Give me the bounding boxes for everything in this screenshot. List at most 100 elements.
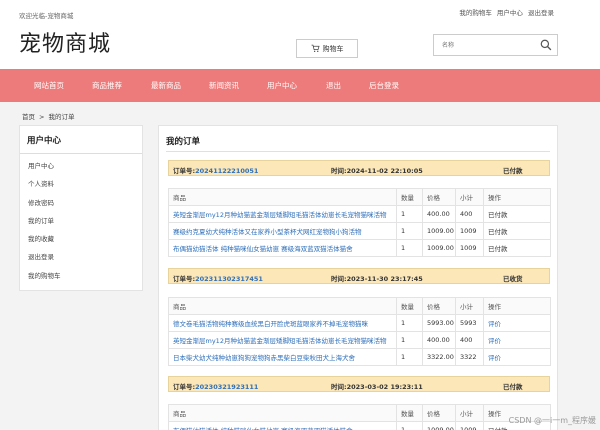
order-status: 已付款 [503, 167, 523, 175]
order-time: 时间:2023-03-02 19:23:11 [331, 383, 423, 391]
title-divider [166, 151, 550, 152]
table-row: 日本柴犬幼犬纯种幼崽狗狗宠物狗赤黑柴白豆柴秋田犬上海犬舍 1 3322.00 3… [168, 348, 551, 366]
subtotal-cell: 400 [455, 205, 484, 223]
table-header-row: 商品 数量 价格 小计 操作 [168, 404, 551, 422]
nav-news[interactable]: 新闻资讯 [209, 69, 239, 102]
nav-admin-login[interactable]: 后台登录 [369, 69, 399, 102]
shopping-cart-icon [311, 44, 320, 52]
col-header-subtotal: 小计 [455, 297, 484, 315]
price-cell: 1009.00 [422, 239, 456, 257]
review-link[interactable]: 评价 [483, 314, 551, 332]
order-header: 订单号:20241122210051 时间:2024-11-02 22:10:0… [168, 160, 550, 176]
table-row: 英短金渐层my12月种幼猫蓝金渐层矮脚短毛猫活体幼崽长毛宠物猫咪活物 1 400… [168, 205, 551, 223]
breadcrumb-current: 我的订单 [48, 113, 75, 121]
sidebar-item-change-password[interactable]: 修改密码 [20, 194, 142, 212]
search-input[interactable] [434, 35, 534, 55]
qty-cell: 1 [396, 421, 423, 430]
watermark-text: CSDN @一i一m_程序媛 [508, 416, 596, 425]
product-link[interactable]: 布偶猫幼猫活体 纯种猫咪仙女猫幼崽 赛级海双蓝双猫活体猫舍 [168, 239, 397, 257]
sidebar-item-user-center[interactable]: 用户中心 [20, 157, 142, 175]
qty-cell: 1 [396, 331, 423, 349]
col-header-action: 操作 [483, 188, 551, 206]
nav-new-products[interactable]: 最新商品 [151, 69, 181, 102]
action-cell: 已付款 [483, 239, 551, 257]
breadcrumb-home[interactable]: 首页 [22, 113, 35, 121]
main-nav: 网站首页 商品推荐 最新商品 新闻资讯 用户中心 退出 后台登录 [0, 69, 600, 102]
sidebar-item-profile[interactable]: 个人资料 [20, 175, 142, 193]
breadcrumb: 首页 > 我的订单 [22, 111, 74, 121]
qty-cell: 1 [396, 239, 423, 257]
sidebar-item-my-cart[interactable]: 我的购物车 [20, 267, 142, 285]
sidebar-item-my-favorites[interactable]: 我的收藏 [20, 230, 142, 248]
order-id-link[interactable]: 20230321923111 [195, 383, 258, 391]
review-link[interactable]: 评价 [483, 348, 551, 366]
subtotal-cell: 5993 [455, 314, 484, 332]
col-header-product: 商品 [168, 188, 397, 206]
product-link[interactable]: 英短金渐层my12月种幼猫蓝金渐层矮脚短毛猫活体幼崽长毛宠物猫咪活物 [168, 205, 397, 223]
nav-user-center[interactable]: 用户中心 [267, 69, 297, 102]
subtotal-cell: 1009 [455, 421, 484, 430]
product-link[interactable]: 日本柴犬幼犬纯种幼崽狗狗宠物狗赤黑柴白豆柴秋田犬上海犬舍 [168, 348, 397, 366]
order-items-table: 商品 数量 价格 小计 操作 德文卷毛猫活物纯种赛级血统黑白开脸虎斑蓝眼家养不掉… [168, 297, 551, 366]
col-header-qty: 数量 [396, 297, 423, 315]
order-id-link[interactable]: 202311302317451 [195, 275, 263, 283]
sidebar-title: 用户中心 [20, 126, 142, 154]
table-row: 赛级约克夏幼犬纯种活体又在家养小型茶杯犬网红宠物狗小狗活物 1 1009.00 … [168, 222, 551, 240]
col-header-action: 操作 [483, 297, 551, 315]
col-header-price: 价格 [422, 297, 456, 315]
top-link-user-center[interactable]: 用户中心 [497, 9, 523, 17]
order-time: 时间:2023-11-30 23:17:45 [331, 275, 423, 283]
price-cell: 5993.00 [422, 314, 456, 332]
orders-panel: 我的订单 订单号:20241122210051 时间:2024-11-02 22… [158, 125, 558, 430]
col-header-subtotal: 小计 [455, 188, 484, 206]
product-link[interactable]: 布偶猫幼猫活体 纯种猫咪仙女猫幼崽 赛级海双蓝双猫活体猫舍 [168, 421, 397, 430]
order-id: 订单号:202311302317451 [173, 275, 263, 283]
nav-home[interactable]: 网站首页 [34, 69, 64, 102]
subtotal-cell: 3322 [455, 348, 484, 366]
table-row: 布偶猫幼猫活体 纯种猫咪仙女猫幼崽 赛级海双蓝双猫活体猫舍 1 1009.00 … [168, 421, 551, 430]
top-link-logout[interactable]: 退出登录 [528, 9, 554, 17]
qty-cell: 1 [396, 348, 423, 366]
order-status: 已收货 [503, 275, 523, 283]
product-link[interactable]: 赛级约克夏幼犬纯种活体又在家养小型茶杯犬网红宠物狗小狗活物 [168, 222, 397, 240]
order-items-table: 商品 数量 价格 小计 操作 布偶猫幼猫活体 纯种猫咪仙女猫幼崽 赛级海双蓝双猫… [168, 404, 551, 430]
col-header-subtotal: 小计 [455, 404, 484, 422]
action-cell: 已付款 [483, 222, 551, 240]
price-cell: 3322.00 [422, 348, 456, 366]
order-header: 订单号:20230321923111 时间:2023-03-02 19:23:1… [168, 376, 550, 392]
order-id-link[interactable]: 20241122210051 [195, 167, 258, 175]
order-time: 时间:2024-11-02 22:10:05 [331, 167, 423, 175]
search-box [433, 34, 558, 56]
product-link[interactable]: 英短金渐层my12月种幼猫蓝金渐层矮脚短毛猫活体幼崽长毛宠物猫咪活物 [168, 331, 397, 349]
price-cell: 1009.00 [422, 421, 456, 430]
sidebar-item-my-orders[interactable]: 我的订单 [20, 212, 142, 230]
subtotal-cell: 400 [455, 331, 484, 349]
price-cell: 1009.00 [422, 222, 456, 240]
sidebar-item-logout[interactable]: 退出登录 [20, 248, 142, 266]
order-items-table: 商品 数量 价格 小计 操作 英短金渐层my12月种幼猫蓝金渐层矮脚短毛猫活体幼… [168, 188, 551, 257]
col-header-product: 商品 [168, 297, 397, 315]
col-header-qty: 数量 [396, 404, 423, 422]
site-logo[interactable]: 宠物商城 [19, 26, 111, 58]
qty-cell: 1 [396, 314, 423, 332]
nav-recommended[interactable]: 商品推荐 [92, 69, 122, 102]
table-header-row: 商品 数量 价格 小计 操作 [168, 188, 551, 206]
header: 宠物商城 购物车 [0, 24, 600, 69]
cart-button[interactable]: 购物车 [296, 39, 358, 58]
page-title: 我的订单 [166, 137, 201, 147]
price-cell: 400.00 [422, 331, 456, 349]
welcome-text: 欢迎光临-宠物商城 [19, 12, 74, 20]
review-link[interactable]: 评价 [483, 331, 551, 349]
search-icon[interactable] [540, 39, 552, 51]
product-link[interactable]: 德文卷毛猫活物纯种赛级血统黑白开脸虎斑蓝眼家养不掉毛宠物猫咪 [168, 314, 397, 332]
nav-logout[interactable]: 退出 [326, 69, 341, 102]
order-id: 订单号:20241122210051 [173, 167, 259, 175]
col-header-price: 价格 [422, 188, 456, 206]
col-header-price: 价格 [422, 404, 456, 422]
top-link-cart[interactable]: 我的购物车 [459, 9, 492, 17]
price-cell: 400.00 [422, 205, 456, 223]
col-header-product: 商品 [168, 404, 397, 422]
top-strip: 欢迎光临-宠物商城 我的购物车 用户中心 退出登录 [0, 0, 600, 24]
top-links: 我的购物车 用户中心 退出登录 [456, 7, 554, 17]
order-header: 订单号:202311302317451 时间:2023-11-30 23:17:… [168, 268, 550, 284]
